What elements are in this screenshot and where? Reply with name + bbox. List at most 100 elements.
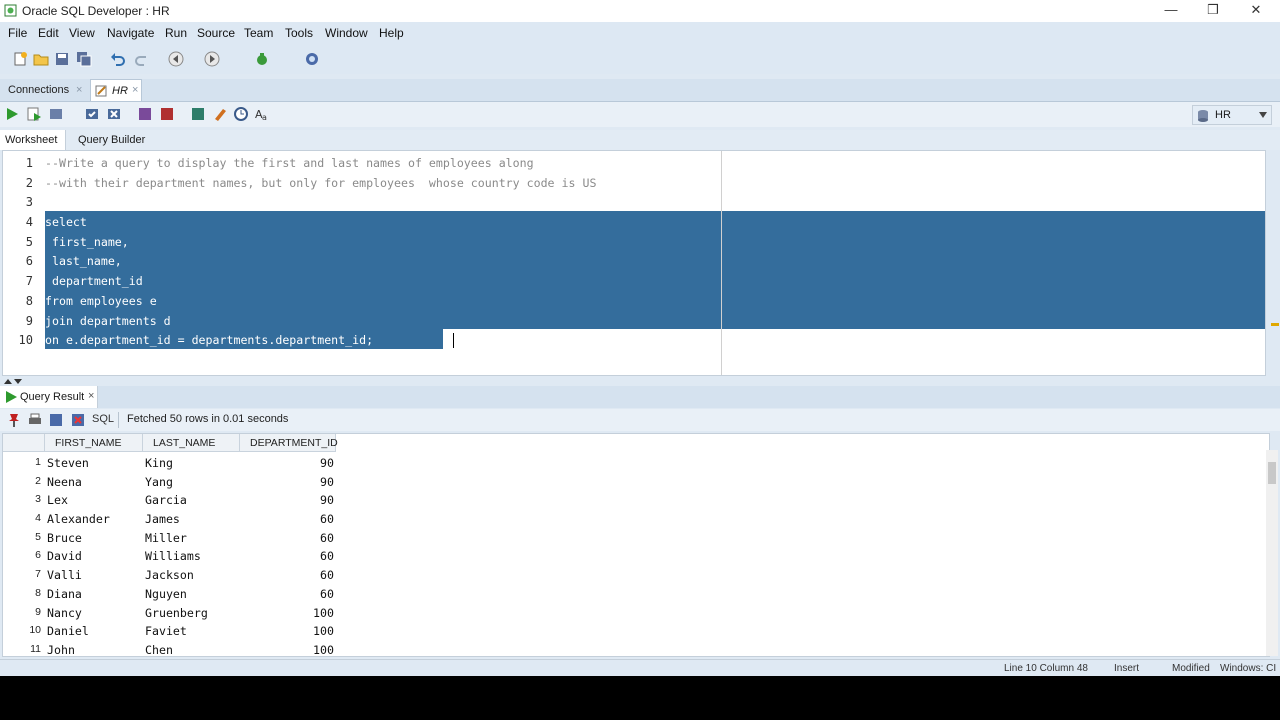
table-row[interactable]: 11 John Chen 100: [3, 641, 1243, 658]
cursor-position: Line 10 Column 48: [1004, 663, 1088, 674]
menu-source[interactable]: Source: [197, 26, 235, 40]
row-number: 9: [35, 606, 41, 618]
grid-corner: [3, 434, 45, 452]
cell-department-id: 60: [320, 568, 334, 582]
tab-query-result-close-icon[interactable]: ×: [88, 390, 94, 402]
print-icon[interactable]: [27, 412, 43, 428]
redo-icon[interactable]: [134, 51, 150, 67]
row-number: 7: [35, 568, 41, 580]
table-row[interactable]: 7 Valli Jackson 60: [3, 566, 1243, 584]
menu-tools[interactable]: Tools: [285, 26, 313, 40]
line-number: 8: [25, 294, 33, 308]
tab-query-builder[interactable]: Query Builder: [78, 134, 145, 146]
rollback-icon[interactable]: [106, 106, 122, 122]
undo-icon[interactable]: [110, 51, 126, 67]
vertical-scrollbar[interactable]: [1266, 450, 1278, 656]
restore-button[interactable]: ❒: [1192, 0, 1234, 22]
code-line: --with their department names, but only …: [45, 176, 597, 190]
row-number: 1: [35, 456, 41, 468]
scrollbar-thumb[interactable]: [1268, 462, 1276, 484]
panel-splitter[interactable]: [0, 377, 1280, 386]
menu-team[interactable]: Team: [244, 26, 273, 40]
cell-last-name: Nguyen: [145, 587, 187, 601]
minimize-button[interactable]: —: [1150, 0, 1192, 22]
menu-window[interactable]: Window: [325, 26, 368, 40]
save-icon[interactable]: [54, 51, 70, 67]
tab-connections[interactable]: Connections: [8, 84, 69, 96]
menu-help[interactable]: Help: [379, 26, 404, 40]
new-file-icon[interactable]: [12, 51, 28, 67]
edit-mode: Insert: [1114, 663, 1140, 674]
close-button[interactable]: ✕: [1235, 0, 1277, 22]
forward-icon[interactable]: [204, 51, 220, 67]
tab-hr-close-icon[interactable]: ×: [132, 84, 138, 96]
column-header-last-name[interactable]: LAST_NAME: [143, 434, 240, 452]
format-icon[interactable]: Aa: [254, 106, 270, 122]
run-script-icon[interactable]: [26, 106, 42, 122]
title-bar: Oracle SQL Developer : HR — ❒ ✕: [0, 0, 1280, 22]
table-row[interactable]: 1 Steven King 90: [3, 454, 1243, 472]
tab-query-result[interactable]: Query Result ×: [0, 386, 98, 408]
cell-last-name: Jackson: [145, 568, 194, 582]
row-number: 5: [35, 531, 41, 543]
refresh-icon[interactable]: [48, 412, 64, 428]
row-number: 8: [35, 587, 41, 599]
unshared-sql-icon[interactable]: [137, 106, 153, 122]
menu-file[interactable]: File: [8, 26, 27, 40]
table-row[interactable]: 10 Daniel Faviet 100: [3, 622, 1243, 640]
row-number: 3: [35, 493, 41, 505]
monitor-icon[interactable]: [304, 51, 320, 67]
table-row[interactable]: 6 David Williams 60: [3, 547, 1243, 565]
code-line: department_id: [45, 274, 143, 288]
save-all-icon[interactable]: [76, 51, 92, 67]
column-header-first-name[interactable]: FIRST_NAME: [45, 434, 143, 452]
back-icon[interactable]: [168, 51, 184, 67]
commit-icon[interactable]: [84, 106, 100, 122]
autotrace-icon[interactable]: [48, 106, 64, 122]
svg-text:a: a: [262, 113, 267, 122]
menu-run[interactable]: Run: [165, 26, 187, 40]
cell-department-id: 100: [313, 606, 334, 620]
clear-icon[interactable]: [212, 106, 228, 122]
cell-first-name: David: [47, 549, 82, 563]
cancel-icon[interactable]: [159, 106, 175, 122]
selection-highlight: [45, 211, 1265, 329]
menu-navigate[interactable]: Navigate: [107, 26, 154, 40]
cell-last-name: Yang: [145, 475, 173, 489]
table-row[interactable]: 2 Neena Yang 90: [3, 473, 1243, 491]
tab-query-result-label: Query Result: [20, 391, 85, 403]
table-row[interactable]: 9 Nancy Gruenberg 100: [3, 604, 1243, 622]
sql-developer-window: Oracle SQL Developer : HR — ❒ ✕ File Edi…: [0, 0, 1280, 676]
cell-last-name: Faviet: [145, 624, 187, 638]
tab-hr[interactable]: HR ×: [90, 79, 142, 101]
pin-icon[interactable]: [6, 412, 22, 428]
sql-tuning-icon[interactable]: [190, 106, 206, 122]
line-number: 10: [18, 333, 33, 347]
menu-edit[interactable]: Edit: [38, 26, 59, 40]
cancel-query-icon[interactable]: [70, 412, 86, 428]
sql-link[interactable]: SQL: [92, 413, 114, 425]
table-row[interactable]: 5 Bruce Miller 60: [3, 529, 1243, 547]
connection-selector[interactable]: HR: [1192, 105, 1272, 125]
tab-close-icon[interactable]: ×: [76, 84, 82, 96]
menu-view[interactable]: View: [69, 26, 95, 40]
cell-last-name: Williams: [145, 549, 201, 563]
menu-bar: File Edit View Navigate Run Source Team …: [0, 22, 1280, 44]
history-icon[interactable]: [233, 106, 249, 122]
table-row[interactable]: 3 Lex Garcia 90: [3, 491, 1243, 509]
sql-editor[interactable]: 1 2 3 4 5 6 7 8 9 10 --Write a query to …: [2, 150, 1279, 376]
result-grid[interactable]: FIRST_NAME LAST_NAME DEPARTMENT_ID 1 Stev…: [2, 433, 1270, 657]
table-row[interactable]: 4 Alexander James 60: [3, 510, 1243, 528]
table-row[interactable]: 8 Diana Nguyen 60: [3, 585, 1243, 603]
open-folder-icon[interactable]: [33, 51, 49, 67]
row-number: 6: [35, 549, 41, 561]
line-number: 7: [25, 274, 33, 288]
debug-icon[interactable]: [254, 51, 270, 67]
cell-last-name: Chen: [145, 643, 173, 657]
document-tabs: Connections × HR ×: [0, 79, 1280, 101]
run-statement-icon[interactable]: [4, 106, 20, 122]
cell-first-name: John: [47, 643, 75, 657]
tab-worksheet[interactable]: Worksheet: [0, 130, 66, 150]
column-header-department-id[interactable]: DEPARTMENT_ID: [240, 434, 338, 452]
collapse-arrows-icon[interactable]: [4, 378, 24, 385]
